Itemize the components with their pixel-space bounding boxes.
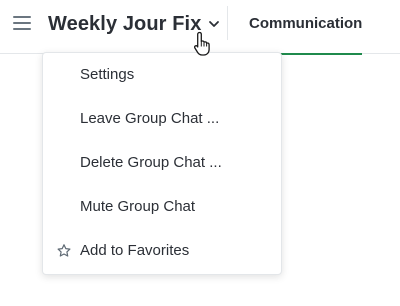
header-divider — [227, 6, 228, 40]
menu-item-label: Settings — [80, 66, 135, 83]
star-outline-icon — [57, 244, 71, 257]
tab-communication-label: Communication — [249, 15, 363, 32]
menu-item-settings[interactable]: Settings — [43, 55, 281, 95]
chat-options-dropdown-menu: Settings Leave Group Chat ... Delete Gro… — [42, 52, 282, 275]
menu-item-label: Leave Group Chat ... — [80, 110, 220, 127]
menu-item-label: Mute Group Chat — [80, 198, 196, 215]
chevron-down-icon — [209, 21, 220, 27]
menu-item-add-to-favorites[interactable]: Add to Favorites — [43, 231, 281, 271]
menu-item-delete-group-chat[interactable]: Delete Group Chat ... — [43, 143, 281, 183]
hamburger-menu-icon[interactable] — [12, 13, 34, 33]
chat-title: Weekly Jour Fix — [48, 12, 202, 35]
menu-item-label: Delete Group Chat ... — [80, 154, 222, 171]
hand-pointer-cursor-icon — [193, 31, 210, 56]
tab-communication[interactable]: Communication — [241, 0, 369, 55]
menu-item-mute-group-chat[interactable]: Mute Group Chat — [43, 187, 281, 227]
app-window: Weekly Jour Fix Communication Settings L… — [0, 0, 400, 306]
menu-item-leave-group-chat[interactable]: Leave Group Chat ... — [43, 99, 281, 139]
menu-item-label: Add to Favorites — [80, 242, 190, 259]
